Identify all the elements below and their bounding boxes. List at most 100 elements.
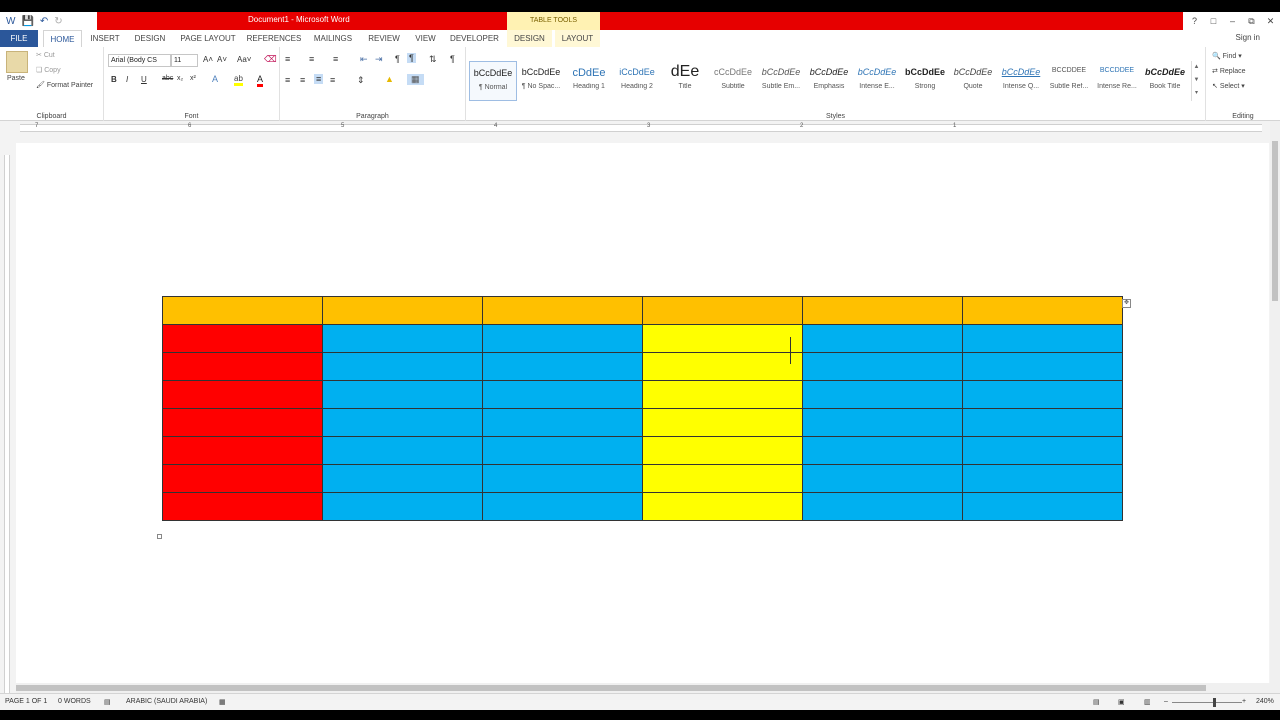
justify-icon[interactable]: ≡: [330, 75, 335, 85]
scroll-thumb[interactable]: [1272, 141, 1278, 301]
vertical-scrollbar[interactable]: [1270, 121, 1280, 693]
zoom-slider-thumb[interactable]: [1213, 698, 1216, 707]
save-icon[interactable]: 💾: [21, 16, 33, 27]
vertical-ruler[interactable]: [0, 135, 14, 695]
table-cell[interactable]: [322, 296, 483, 325]
table-cell[interactable]: [642, 324, 803, 353]
table-cell[interactable]: [962, 296, 1123, 325]
style-no-spacing[interactable]: bCcDdEe ¶ No Spac...: [517, 61, 565, 101]
zoom-in-icon[interactable]: +: [1242, 698, 1246, 705]
style-subtle-emphasis[interactable]: bCcDdEe Subtle Em...: [757, 61, 805, 101]
clear-formatting-icon[interactable]: ⌫: [264, 54, 277, 65]
close-icon[interactable]: ✕: [1261, 16, 1280, 27]
line-spacing-icon[interactable]: ⇕: [357, 75, 365, 86]
table-cell[interactable]: [162, 436, 323, 465]
style-quote[interactable]: bCcDdEe Quote: [949, 61, 997, 101]
table-cell[interactable]: [802, 380, 963, 409]
multilevel-list-icon[interactable]: ≡: [333, 54, 338, 64]
underline-icon[interactable]: U: [141, 75, 147, 84]
table-cell[interactable]: [482, 296, 643, 325]
style-heading-1[interactable]: cDdEe Heading 1: [565, 61, 613, 101]
tab-insert[interactable]: INSERT: [85, 30, 125, 47]
table-cell[interactable]: [162, 324, 323, 353]
font-size-select[interactable]: 11: [171, 54, 198, 67]
sign-in-link[interactable]: Sign in: [1236, 33, 1260, 42]
select-button[interactable]: ↖ Select ▾: [1212, 82, 1245, 90]
tab-developer[interactable]: DEVELOPER: [446, 30, 503, 47]
rtl-icon[interactable]: ¶: [407, 53, 416, 63]
table-cell[interactable]: [962, 352, 1123, 381]
paste-button[interactable]: Paste: [7, 75, 25, 82]
undo-icon[interactable]: ↶: [40, 16, 48, 27]
cut-button[interactable]: ✂ Cut: [36, 51, 55, 59]
table-cell[interactable]: [642, 436, 803, 465]
table-cell[interactable]: [642, 352, 803, 381]
italic-icon[interactable]: I: [126, 75, 128, 84]
table-cell[interactable]: [962, 492, 1123, 521]
subscript-icon[interactable]: x₂: [177, 75, 183, 82]
shrink-font-icon[interactable]: A˅: [217, 55, 227, 64]
horizontal-scrollbar[interactable]: [16, 683, 1270, 693]
tab-home[interactable]: HOME: [43, 30, 82, 47]
grow-font-icon[interactable]: A˄: [203, 55, 213, 64]
tab-page-layout[interactable]: PAGE LAYOUT: [176, 30, 240, 47]
shading-icon[interactable]: ▲: [385, 74, 394, 84]
font-name-select[interactable]: Arial (Body CS: [108, 54, 171, 67]
table-cell[interactable]: [322, 436, 483, 465]
tab-view[interactable]: VIEW: [410, 30, 441, 47]
table-cell[interactable]: [162, 408, 323, 437]
center-icon[interactable]: ≡: [300, 75, 305, 85]
table-cell[interactable]: [642, 408, 803, 437]
table-cell[interactable]: [322, 380, 483, 409]
align-right-icon[interactable]: ≡: [314, 74, 324, 84]
zoom-out-icon[interactable]: –: [1164, 698, 1168, 705]
find-button[interactable]: 🔍 Find ▾: [1212, 52, 1242, 60]
borders-icon[interactable]: ▦: [407, 74, 424, 85]
read-mode-icon[interactable]: ▤: [1093, 698, 1100, 706]
change-case-icon[interactable]: Aa˅: [237, 55, 251, 64]
proofing-icon[interactable]: ▤: [104, 698, 111, 706]
tab-references[interactable]: REFERENCES: [245, 30, 303, 47]
table-cell[interactable]: [162, 380, 323, 409]
table-cell[interactable]: [802, 464, 963, 493]
print-layout-icon[interactable]: ▣: [1118, 698, 1125, 706]
table-cell[interactable]: [482, 352, 643, 381]
table-cell[interactable]: [962, 408, 1123, 437]
style-book-title[interactable]: bCcDdEe Book Title: [1141, 61, 1189, 101]
tab-table-design[interactable]: DESIGN: [507, 30, 552, 47]
table-cell[interactable]: [482, 464, 643, 493]
show-marks-icon[interactable]: ¶: [450, 54, 455, 64]
word-count[interactable]: 0 WORDS: [58, 698, 91, 705]
table-cell[interactable]: [802, 296, 963, 325]
table-cell[interactable]: [322, 324, 483, 353]
style-title[interactable]: dEe Title: [661, 61, 709, 101]
table-cell[interactable]: [482, 408, 643, 437]
ribbon-display-icon[interactable]: □: [1204, 16, 1223, 26]
zoom-slider[interactable]: [1172, 702, 1242, 703]
redo-icon[interactable]: ↻: [54, 16, 62, 27]
tab-design[interactable]: DESIGN: [129, 30, 171, 47]
minimize-icon[interactable]: –: [1223, 16, 1242, 26]
table-cell[interactable]: [482, 324, 643, 353]
table-cell[interactable]: [802, 408, 963, 437]
table-cell[interactable]: [802, 436, 963, 465]
paste-icon[interactable]: [6, 51, 28, 73]
strikethrough-icon[interactable]: abc: [162, 75, 173, 82]
superscript-icon[interactable]: x²: [190, 75, 196, 82]
help-icon[interactable]: ?: [1185, 16, 1204, 26]
table-cell[interactable]: [642, 380, 803, 409]
style-intense-quote[interactable]: bCcDdEe Intense Q...: [997, 61, 1045, 101]
tab-file[interactable]: FILE: [0, 30, 38, 47]
font-color-icon[interactable]: A: [257, 74, 264, 87]
table-cell[interactable]: [642, 464, 803, 493]
table-cell[interactable]: [962, 464, 1123, 493]
macro-icon[interactable]: ▦: [219, 698, 226, 706]
restore-icon[interactable]: ⧉: [1242, 16, 1261, 27]
document-table[interactable]: [162, 296, 1123, 521]
zoom-level[interactable]: 240%: [1256, 698, 1274, 705]
style-intense-emphasis[interactable]: bCcDdEe Intense E...: [853, 61, 901, 101]
format-painter-button[interactable]: 🖌 Format Painter: [36, 81, 93, 89]
align-left-icon[interactable]: ≡: [285, 75, 290, 85]
table-cell[interactable]: [162, 296, 323, 325]
table-cell[interactable]: [642, 492, 803, 521]
